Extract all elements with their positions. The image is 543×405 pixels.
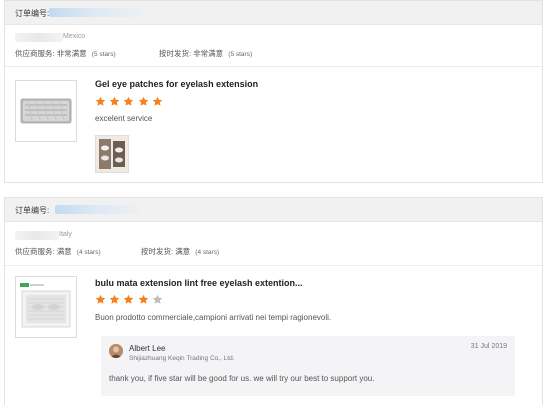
product-title[interactable]: bulu mata extension lint free eyelash ex… — [95, 278, 303, 288]
star-filled-icon — [109, 294, 120, 304]
product-thumbnail[interactable] — [15, 276, 77, 338]
reply-text: thank you, if five star will be good for… — [109, 374, 375, 383]
eye-patch-pack-image — [20, 98, 72, 124]
review-photo[interactable] — [95, 135, 129, 173]
star-filled-icon — [152, 96, 163, 106]
buyer-name-redacted — [15, 231, 59, 240]
order-meta: Italy 供应商服务: 满意 (4 stars) 按时发货: 满意 (4 st… — [15, 230, 535, 274]
rating-stars — [95, 294, 164, 306]
reply-date: 31 Jul 2019 — [470, 343, 507, 350]
review-text: Buon prodotto commerciale,campioni arriv… — [95, 313, 332, 322]
buyer-name-redacted — [15, 33, 63, 42]
shipping-rating: 按时发货: 满意 (4 stars) — [141, 247, 220, 256]
star-filled-icon — [124, 96, 134, 106]
order-number-label: 订单编号: — [15, 206, 50, 215]
shipping-rating: 按时发货: 非常满意 (5 stars) — [159, 49, 253, 58]
star-filled-icon — [95, 294, 106, 304]
divider — [5, 66, 542, 67]
order-number-redacted — [49, 8, 141, 17]
star-filled-icon — [138, 294, 149, 304]
order-header: 订单编号: — [5, 1, 542, 25]
star-filled-icon — [95, 96, 106, 106]
supplier-service-rating: 供应商服务: 满意 (4 stars) — [15, 247, 101, 256]
order-header: 订单编号: — [5, 198, 542, 222]
buyer-country: Mexico — [63, 33, 86, 40]
avatar — [109, 344, 123, 358]
lint-free-pad-pack-image — [20, 283, 71, 328]
star-filled-icon — [109, 96, 120, 106]
order-card: 订单编号: Mexico 供应商服务: 非常满意 (5 stars) 按时发货:… — [4, 0, 543, 183]
product-title[interactable]: Gel eye patches for eyelash extension — [95, 79, 258, 89]
star-filled-icon — [138, 96, 149, 106]
order-card: 订单编号: Italy 供应商服务: 满意 (4 stars) 按时发货: 满意… — [4, 197, 543, 405]
buyer-country: Italy — [59, 231, 72, 238]
star-empty-icon — [152, 294, 163, 304]
reply-author-name: Albert Lee — [129, 344, 166, 353]
product-thumbnail[interactable] — [15, 80, 77, 142]
rating-stars — [95, 96, 164, 108]
star-filled-icon — [124, 294, 134, 304]
supplier-reply: Albert Lee Shijiazhuang Keqin Trading Co… — [101, 336, 515, 396]
avatar-image — [109, 344, 123, 358]
reply-company: Shijiazhuang Keqin Trading Co., Ltd. — [129, 355, 235, 362]
review-text: excelent service — [95, 114, 153, 123]
order-number-redacted — [55, 205, 139, 214]
divider — [5, 265, 542, 266]
order-number-label: 订单编号: — [15, 9, 50, 18]
supplier-service-rating: 供应商服务: 非常满意 (5 stars) — [15, 49, 116, 58]
order-meta: Mexico 供应商服务: 非常满意 (5 stars) 按时发货: 非常满意 … — [15, 32, 535, 76]
review-photo-image — [96, 136, 128, 172]
